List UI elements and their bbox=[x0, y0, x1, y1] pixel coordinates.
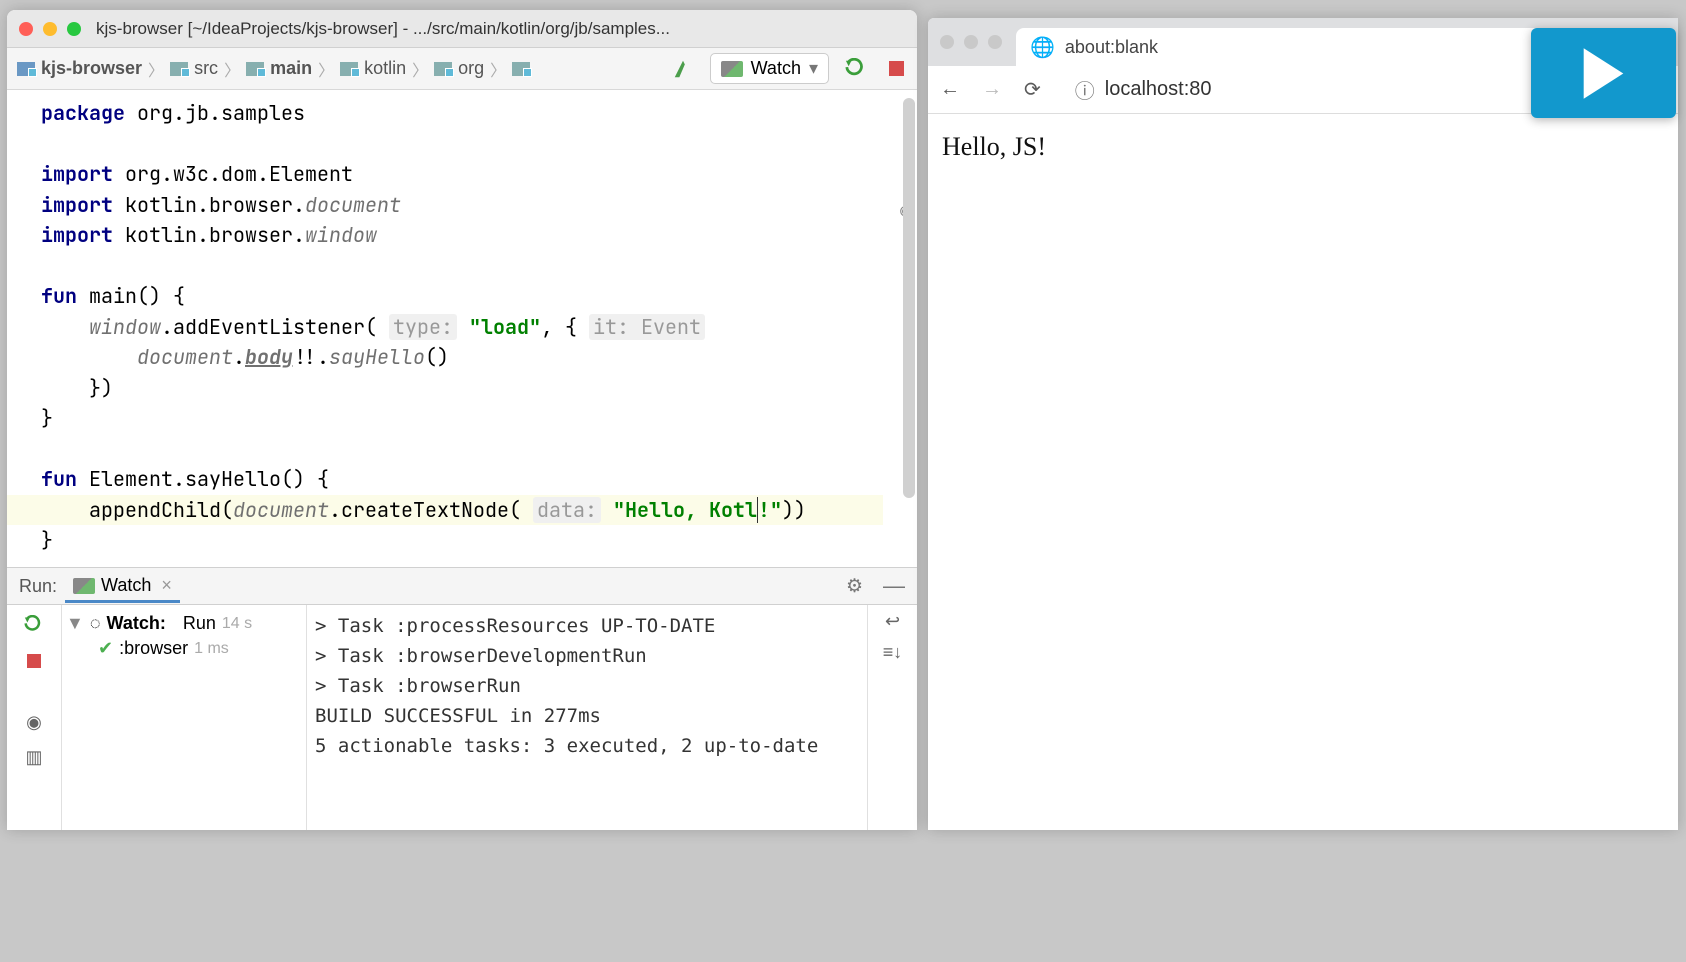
gear-icon[interactable]: ⚙ bbox=[846, 575, 863, 598]
folder-icon bbox=[340, 62, 358, 76]
forward-button[interactable]: → bbox=[982, 78, 1002, 101]
loading-icon: ◌ bbox=[90, 613, 101, 634]
minimize-window-button[interactable] bbox=[43, 22, 57, 36]
folder-icon bbox=[170, 62, 188, 76]
close-window-button[interactable] bbox=[19, 22, 33, 36]
minimize-panel-icon[interactable]: — bbox=[883, 573, 905, 599]
breadcrumb-item[interactable]: src bbox=[168, 58, 220, 79]
browser-tab-title: about:blank bbox=[1065, 37, 1158, 58]
breadcrumb-item[interactable]: kotlin bbox=[338, 58, 408, 79]
check-icon: ✔ bbox=[98, 638, 113, 659]
back-button[interactable]: ← bbox=[940, 78, 960, 101]
browser-page: Hello, JS! bbox=[928, 114, 1678, 180]
breadcrumb-item[interactable]: org bbox=[432, 58, 486, 79]
browser-window-controls bbox=[940, 35, 1002, 49]
soft-wrap-icon[interactable]: ↩ bbox=[885, 611, 900, 632]
window-title: kjs-browser [~/IdeaProjects/kjs-browser]… bbox=[96, 19, 670, 39]
minimize-window-button[interactable] bbox=[964, 35, 978, 49]
scroll-end-icon[interactable]: ≡↓ bbox=[883, 642, 903, 663]
ide-window: kjs-browser [~/IdeaProjects/kjs-browser]… bbox=[7, 10, 917, 830]
build-button[interactable] bbox=[670, 56, 696, 82]
url-text: localhost:80 bbox=[1105, 78, 1212, 101]
run-panel: ◉ ▥ ▼ ◌ Watch: Run 14 s ✔ :browser 1 ms … bbox=[7, 605, 917, 830]
info-icon: ⓘ bbox=[1075, 75, 1095, 104]
chevron-right-icon: 〉 bbox=[490, 57, 506, 81]
run-label: Run: bbox=[19, 576, 57, 597]
window-controls bbox=[19, 22, 81, 36]
run-panel-header: Run: Watch × ⚙ — bbox=[7, 567, 917, 605]
rerun-button[interactable] bbox=[843, 56, 869, 82]
rerun-icon[interactable] bbox=[24, 615, 44, 640]
folder-icon bbox=[246, 62, 264, 76]
gradle-icon bbox=[721, 61, 743, 77]
globe-icon: 🌐 bbox=[1030, 35, 1055, 60]
chevron-right-icon: 〉 bbox=[148, 57, 164, 81]
chevron-right-icon: 〉 bbox=[318, 57, 334, 81]
chevron-down-icon: ▾ bbox=[809, 58, 818, 79]
stop-icon[interactable] bbox=[27, 654, 41, 668]
run-tab-watch[interactable]: Watch × bbox=[65, 571, 180, 603]
maximize-window-button[interactable] bbox=[67, 22, 81, 36]
run-tree-root[interactable]: ▼ ◌ Watch: Run 14 s bbox=[66, 611, 302, 636]
watch-icon[interactable]: ◉ bbox=[26, 712, 42, 733]
close-tab-icon[interactable]: × bbox=[161, 575, 172, 596]
folder-icon bbox=[17, 62, 35, 76]
editor-scrollbar[interactable] bbox=[903, 98, 915, 498]
page-text: Hello, JS! bbox=[942, 132, 1046, 161]
stop-button[interactable] bbox=[883, 56, 909, 82]
video-play-overlay[interactable] bbox=[1531, 28, 1676, 118]
run-left-gutter: ◉ ▥ bbox=[7, 605, 62, 830]
chevron-right-icon: 〉 bbox=[224, 57, 240, 81]
gradle-icon bbox=[73, 578, 95, 594]
breadcrumb-root[interactable]: kjs-browser bbox=[15, 58, 144, 79]
ide-toolbar: kjs-browser 〉 src 〉 main 〉 kotlin 〉 org … bbox=[7, 48, 917, 90]
ide-titlebar: kjs-browser [~/IdeaProjects/kjs-browser]… bbox=[7, 10, 917, 48]
chevron-right-icon: 〉 bbox=[412, 57, 428, 81]
code-editor[interactable]: ◉ package org.jb.samples import org.w3c.… bbox=[7, 90, 917, 567]
layout-icon[interactable]: ▥ bbox=[25, 747, 42, 768]
run-right-gutter: ↩ ≡↓ bbox=[867, 605, 917, 830]
run-tree[interactable]: ▼ ◌ Watch: Run 14 s ✔ :browser 1 ms bbox=[62, 605, 307, 830]
folder-icon bbox=[434, 62, 452, 76]
folder-icon bbox=[512, 62, 530, 76]
reload-button[interactable]: ⟳ bbox=[1024, 77, 1041, 102]
run-tree-child[interactable]: ✔ :browser 1 ms bbox=[66, 636, 302, 661]
run-config-label: Watch bbox=[751, 58, 801, 79]
close-window-button[interactable] bbox=[940, 35, 954, 49]
run-output[interactable]: > Task :processResources UP-TO-DATE > Ta… bbox=[307, 605, 867, 830]
breadcrumb-item[interactable] bbox=[510, 62, 538, 76]
breadcrumb-item[interactable]: main bbox=[244, 58, 314, 79]
run-config-selector[interactable]: Watch ▾ bbox=[710, 53, 829, 84]
maximize-window-button[interactable] bbox=[988, 35, 1002, 49]
browser-window: 🌐 about:blank ← → ⟳ ⓘ localhost:80 Hello… bbox=[928, 18, 1678, 830]
